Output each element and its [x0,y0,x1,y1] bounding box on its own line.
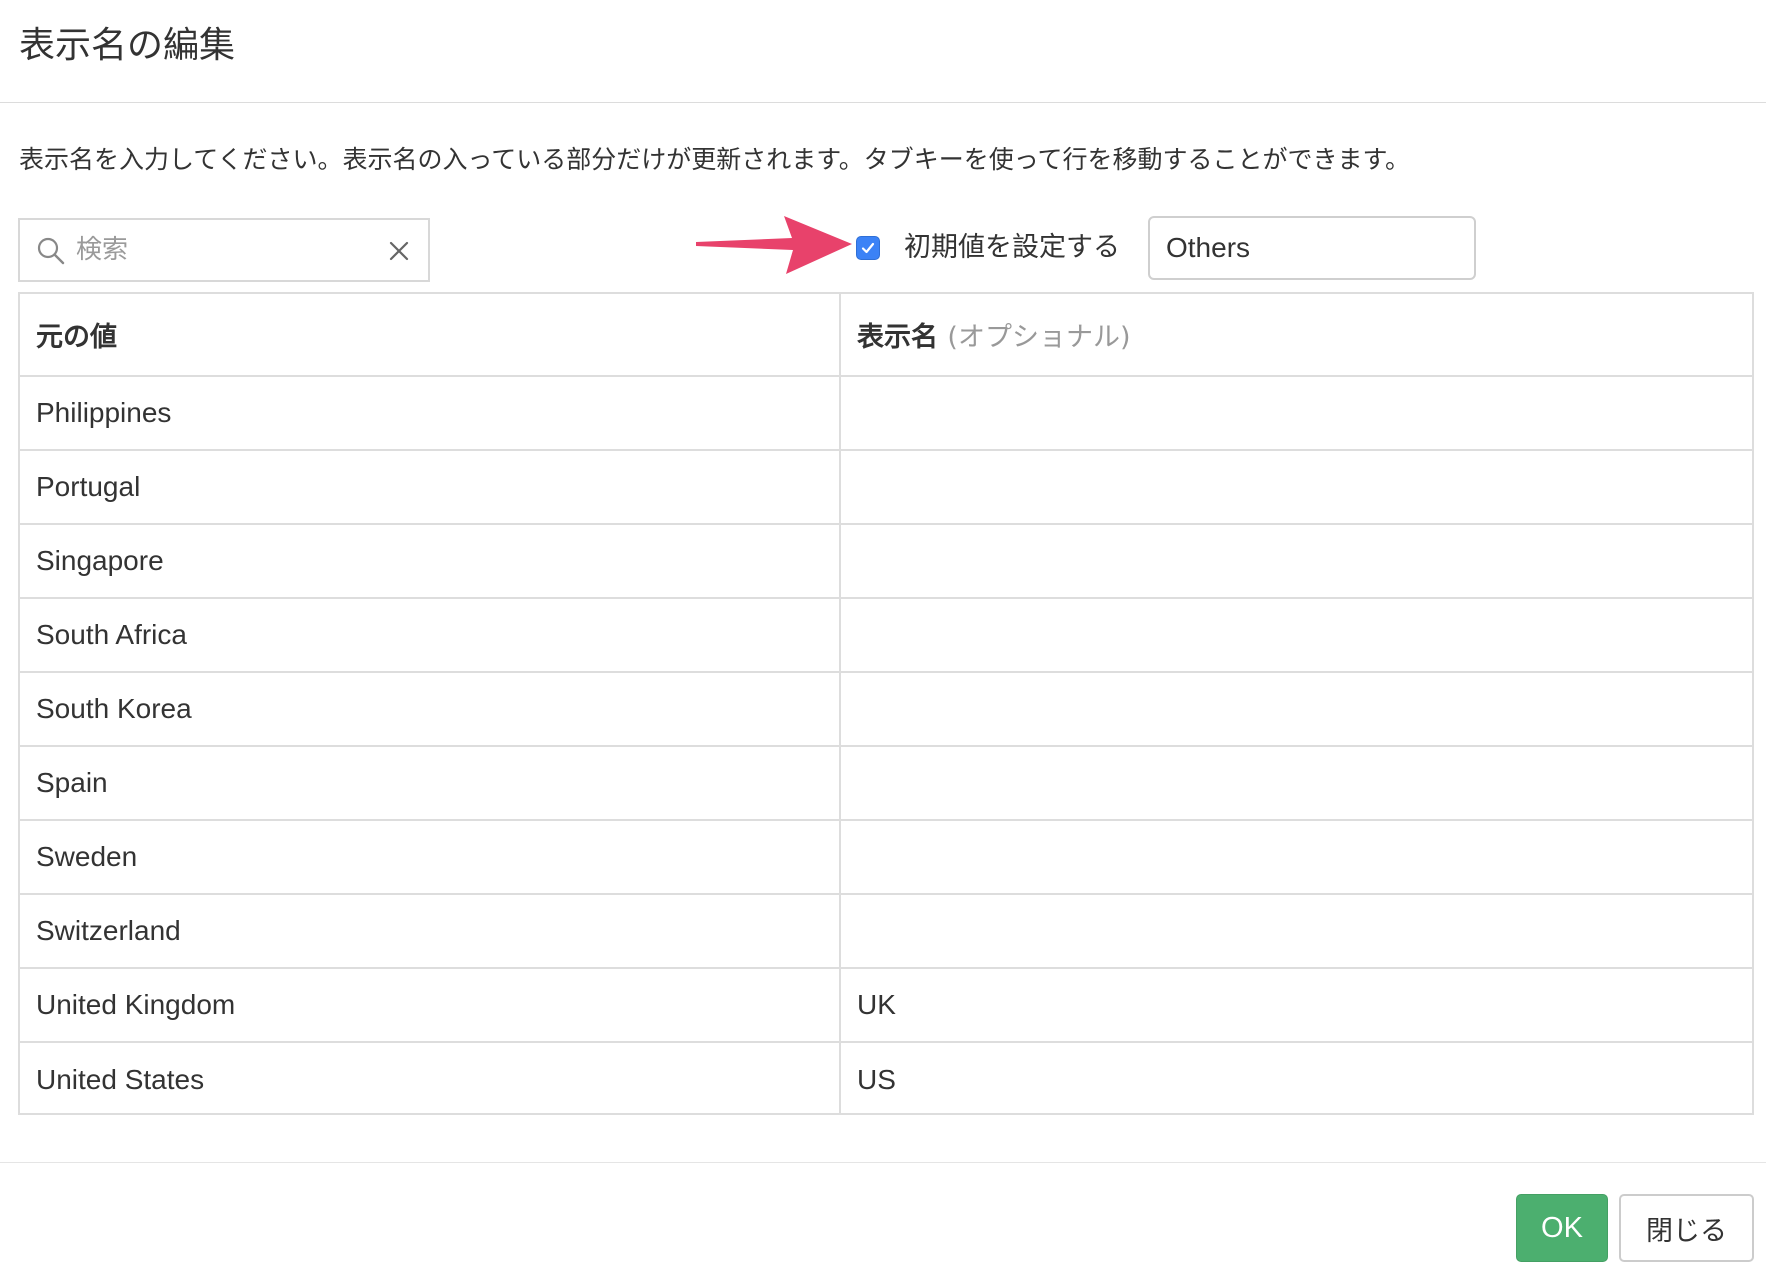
display-name-cell[interactable]: UK [840,968,1752,1043]
edit-display-name-dialog: 表示名の編集 表示名を入力してください。表示名の入っている部分だけが更新されます… [0,0,1766,1280]
table-row: United States US [20,1042,1752,1113]
display-name-cell[interactable] [840,746,1752,821]
ok-button[interactable]: OK [1516,1194,1608,1262]
dialog-header: 表示名の編集 [0,0,1766,103]
search-input[interactable] [76,228,376,272]
original-value-cell: Singapore [20,524,841,599]
close-icon[interactable] [386,238,412,264]
table-row: United Kingdom UK [20,968,1752,1043]
close-button[interactable]: 閉じる [1619,1194,1754,1262]
column-header-display: 表示名 (オプショナル) [840,294,1752,377]
default-value-checkbox[interactable] [856,236,880,260]
column-header-original: 元の値 [20,294,841,377]
display-name-cell[interactable] [840,894,1752,969]
default-value-input[interactable] [1148,216,1476,280]
display-name-cell[interactable] [840,524,1752,599]
display-name-cell[interactable] [840,672,1752,747]
original-value-cell: South Korea [20,672,841,747]
display-name-cell[interactable] [840,820,1752,895]
original-value-cell: United Kingdom [20,968,841,1043]
display-name-cell[interactable] [840,376,1752,451]
table-row: Sweden [20,820,1752,895]
display-name-cell[interactable] [840,598,1752,673]
dialog-footer: OK 閉じる [0,1162,1766,1281]
table-header-row: 元の値 表示名 (オプショナル) [20,294,1752,377]
table-row: South Korea [20,672,1752,747]
original-value-cell: Switzerland [20,894,841,969]
column-header-display-label: 表示名 [857,322,938,353]
original-value-cell: Portugal [20,450,841,525]
table-row: Switzerland [20,894,1752,969]
display-name-cell[interactable]: US [840,1042,1752,1113]
original-value-cell: United States [20,1042,841,1113]
original-value-cell: South Africa [20,598,841,673]
column-header-display-note: (オプショナル) [947,322,1131,353]
table-row: Portugal [20,450,1752,525]
display-name-cell[interactable] [840,450,1752,525]
dialog-title: 表示名の編集 [19,25,236,66]
table-row: Spain [20,746,1752,821]
column-header-original-label: 元の値 [36,322,117,353]
dialog-description: 表示名を入力してください。表示名の入っている部分だけが更新されます。タブキーを使… [19,145,1411,174]
table-row: Philippines [20,376,1752,451]
search-box [18,218,430,282]
display-name-table: 元の値 表示名 (オプショナル) Philippines Portugal Si… [18,292,1754,1115]
arrow-right-icon [696,216,852,274]
original-value-cell: Spain [20,746,841,821]
default-value-label: 初期値を設定する [904,232,1120,263]
table-row: South Africa [20,598,1752,673]
original-value-cell: Sweden [20,820,841,895]
table-row: Singapore [20,524,1752,599]
original-value-cell: Philippines [20,376,841,451]
search-icon [37,237,65,265]
checkmark-icon [861,242,875,254]
